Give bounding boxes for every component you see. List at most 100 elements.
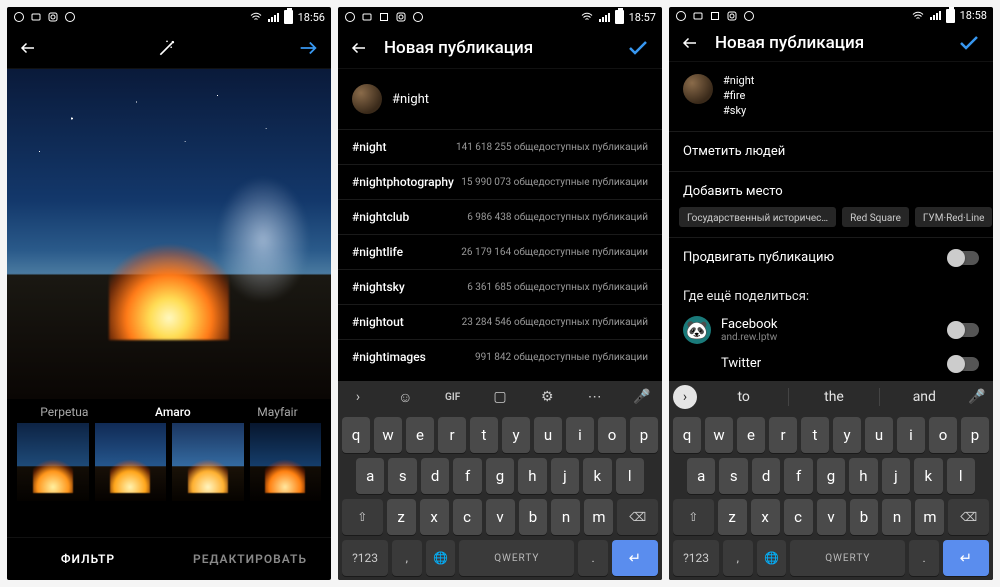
key[interactable]: c [453, 499, 482, 535]
hashtag-suggestion[interactable]: #nightclub6 986 438 общедоступных публик… [338, 199, 662, 234]
hashtag-suggestion[interactable]: #nightlife26 179 164 общедоступные публи… [338, 234, 662, 269]
tab-filter[interactable]: ФИЛЬТР [7, 538, 169, 580]
chevron-right-icon[interactable]: › [673, 385, 697, 409]
key[interactable]: a [687, 458, 715, 494]
backspace-key[interactable]: ⌫ [617, 499, 658, 535]
hashtag-suggestion[interactable]: #night141 618 255 общедоступных публикац… [338, 129, 662, 164]
filter-thumb[interactable] [250, 423, 322, 501]
clipboard-icon[interactable]: ▢ [486, 389, 514, 405]
symbols-key[interactable]: ?123 [342, 540, 388, 576]
key[interactable]: v [817, 499, 846, 535]
back-icon[interactable] [19, 39, 37, 57]
magic-wand-icon[interactable] [157, 38, 177, 58]
period-key[interactable]: . [578, 540, 608, 576]
more-icon[interactable]: ⋯ [581, 389, 609, 405]
key[interactable]: t [470, 417, 498, 453]
hashtag-suggestion[interactable]: #nightphotography15 990 073 общедоступны… [338, 164, 662, 199]
key[interactable]: l [947, 458, 975, 494]
hashtag-suggestion[interactable]: #nightsky6 361 685 общедоступных публика… [338, 269, 662, 304]
key[interactable]: n [882, 499, 911, 535]
language-key[interactable]: 🌐 [757, 540, 787, 576]
photo-thumb[interactable] [943, 74, 979, 110]
key[interactable]: y [833, 417, 861, 453]
key[interactable]: j [551, 458, 579, 494]
photo-thumb[interactable] [612, 81, 648, 117]
key[interactable]: f [453, 458, 481, 494]
caption-input[interactable]: #night [392, 92, 602, 107]
tag-people-option[interactable]: Отметить людей [669, 131, 993, 171]
key[interactable]: s [719, 458, 747, 494]
key[interactable]: p [961, 417, 989, 453]
key[interactable]: r [769, 417, 797, 453]
key[interactable]: z [718, 499, 747, 535]
key[interactable]: k [914, 458, 942, 494]
key[interactable]: r [438, 417, 466, 453]
key[interactable]: u [865, 417, 893, 453]
key[interactable]: k [583, 458, 611, 494]
filter-thumb[interactable] [17, 423, 89, 501]
next-icon[interactable] [297, 37, 319, 59]
key[interactable]: y [502, 417, 530, 453]
hashtag-suggestion[interactable]: #nightout23 284 546 общедоступных публик… [338, 304, 662, 339]
key[interactable]: v [486, 499, 515, 535]
key[interactable]: m [584, 499, 613, 535]
key[interactable]: o [929, 417, 957, 453]
share-twitter[interactable]: Twitter [669, 354, 993, 381]
key[interactable]: t [801, 417, 829, 453]
key[interactable]: s [388, 458, 416, 494]
place-chip[interactable]: Red Square [842, 207, 909, 227]
promote-option[interactable]: Продвигать публикацию [669, 237, 993, 277]
filter-label[interactable]: Perpetua [40, 405, 88, 419]
key[interactable]: g [486, 458, 514, 494]
key[interactable]: q [673, 417, 701, 453]
sticker-icon[interactable]: ☺ [391, 389, 419, 406]
key[interactable]: h [849, 458, 877, 494]
gif-icon[interactable]: GIF [439, 392, 467, 403]
confirm-icon[interactable] [626, 36, 650, 60]
filter-thumb[interactable] [172, 423, 244, 501]
key[interactable]: w [705, 417, 733, 453]
key[interactable]: h [518, 458, 546, 494]
kb-suggestion[interactable]: and [884, 389, 965, 405]
key[interactable]: c [784, 499, 813, 535]
filter-thumb[interactable] [95, 423, 167, 501]
place-chip[interactable]: Государственный историчес… [679, 207, 836, 227]
period-key[interactable]: . [909, 540, 939, 576]
shift-key[interactable]: ⇧ [673, 499, 714, 535]
comma-key[interactable]: , [392, 540, 422, 576]
key[interactable]: a [356, 458, 384, 494]
space-key[interactable]: QWERTY [790, 540, 905, 576]
enter-key[interactable]: ↵ [612, 540, 658, 576]
key[interactable]: f [784, 458, 812, 494]
mic-icon[interactable]: 🎤 [965, 389, 989, 405]
key[interactable]: m [915, 499, 944, 535]
shift-key[interactable]: ⇧ [342, 499, 383, 535]
key[interactable]: b [519, 499, 548, 535]
key[interactable]: e [737, 417, 765, 453]
key[interactable]: j [882, 458, 910, 494]
toggle[interactable] [949, 323, 979, 337]
mic-icon[interactable]: 🎤 [628, 389, 656, 405]
key[interactable]: z [387, 499, 416, 535]
kb-suggestion[interactable]: to [703, 389, 784, 405]
tab-edit[interactable]: РЕДАКТИРОВАТЬ [169, 538, 331, 580]
key[interactable]: d [752, 458, 780, 494]
symbols-key[interactable]: ?123 [673, 540, 719, 576]
key[interactable]: w [374, 417, 402, 453]
enter-key[interactable]: ↵ [943, 540, 989, 576]
key[interactable]: i [897, 417, 925, 453]
toggle[interactable] [949, 251, 979, 265]
chevron-right-icon[interactable]: › [344, 389, 372, 405]
filter-label[interactable]: Mayfair [257, 405, 297, 419]
key[interactable]: g [817, 458, 845, 494]
gear-icon[interactable]: ⚙ [533, 389, 561, 405]
add-place-option[interactable]: Добавить место [669, 171, 993, 207]
photo-preview[interactable] [7, 69, 331, 399]
caption-input[interactable]: #night #fire #sky [723, 74, 933, 119]
key[interactable]: i [566, 417, 594, 453]
key[interactable]: b [850, 499, 879, 535]
key[interactable]: e [406, 417, 434, 453]
space-key[interactable]: QWERTY [459, 540, 574, 576]
key[interactable]: l [616, 458, 644, 494]
comma-key[interactable]: , [723, 540, 753, 576]
